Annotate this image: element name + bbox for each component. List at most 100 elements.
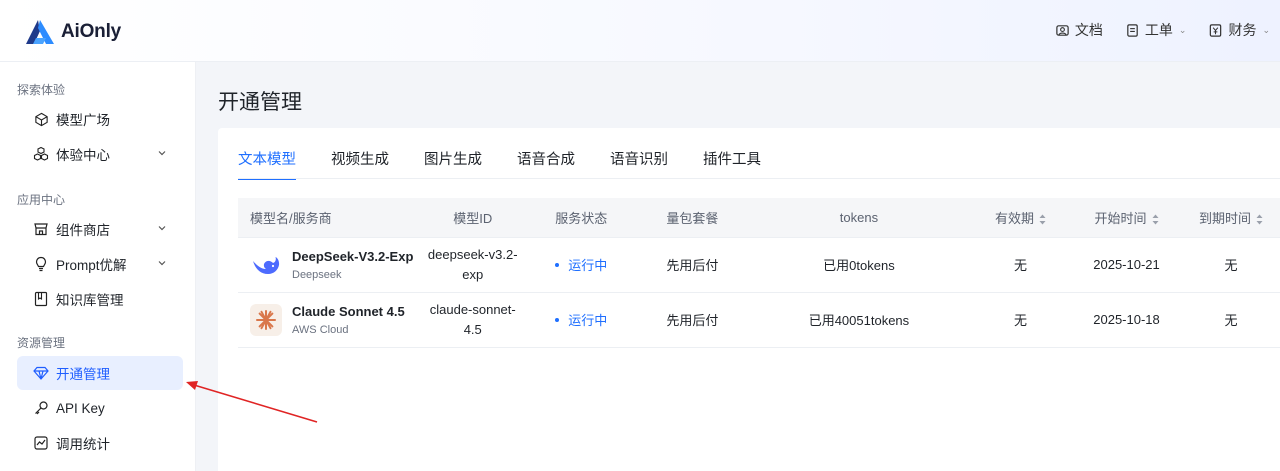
cell-start-time: 2025-10-21 <box>1070 237 1183 293</box>
col-end-label: 到期时间 <box>1199 210 1252 226</box>
sidebar-item-prompt[interactable]: Prompt优解 <box>17 247 183 281</box>
store-icon <box>33 221 49 237</box>
cell-end-time: 无 <box>1182 292 1280 348</box>
model-vendor: Deepseek <box>292 268 342 281</box>
finance-icon <box>1210 23 1222 37</box>
col-end-time[interactable]: 到期时间 <box>1182 198 1280 238</box>
cell-package: 先用后付 <box>636 237 748 293</box>
chevron-down-icon: ⌄ <box>1262 24 1270 35</box>
model-id-line1: claude-sonnet- <box>429 301 516 317</box>
cell-start-time: 2025-10-18 <box>1070 292 1183 348</box>
status-dot-icon <box>555 262 560 267</box>
sidebar-item-api-key[interactable]: API Key <box>17 391 183 425</box>
tab-plugins[interactable]: 插件工具 <box>703 148 761 178</box>
sort-icon <box>1256 214 1263 225</box>
status-text: 运行中 <box>568 313 608 329</box>
tab-image[interactable]: 图片生成 <box>424 148 482 178</box>
table-header-row: 模型名/服务商 模型ID 服务状态 量包套餐 tokens 有效期 开始时间 到… <box>238 198 1280 238</box>
col-status: 服务状态 <box>525 198 637 238</box>
model-id-line1: deepseek-v3.2- <box>427 246 518 262</box>
tab-asr[interactable]: 语音识别 <box>610 148 668 178</box>
cell-validity: 无 <box>970 237 1071 293</box>
tab-tts[interactable]: 语音合成 <box>517 148 575 178</box>
cell-end-time: 无 <box>1182 237 1280 293</box>
sidebar-group-apps: 应用中心 <box>17 193 66 207</box>
content-card: 文本模型 视频生成 图片生成 语音合成 语音识别 插件工具 模型名/服务商 模型… <box>218 128 1280 471</box>
model-vendor: AWS Cloud <box>292 323 349 336</box>
nav-finance-label: 财务 <box>1228 22 1257 38</box>
diamond-icon <box>33 365 49 381</box>
sidebar-item-label: 模型广场 <box>56 113 110 128</box>
sidebar-item-experience-center[interactable]: 体验中心 <box>17 137 183 171</box>
cell-model-id: deepseek-v3.2- exp <box>419 237 526 293</box>
table-row: Claude Sonnet 4.5 AWS Cloud claude-sonne… <box>238 292 1280 348</box>
model-type-tabs: 文本模型 视频生成 图片生成 语音合成 语音识别 插件工具 <box>238 148 796 180</box>
ticket-icon <box>1127 23 1138 37</box>
sidebar-item-activation[interactable]: 开通管理 <box>17 356 183 390</box>
tabs-divider <box>238 178 1280 179</box>
cell-model: DeepSeek-V3.2-Exp Deepseek <box>238 237 420 293</box>
aionly-logo-icon <box>26 20 54 44</box>
col-package: 量包套餐 <box>636 198 748 238</box>
chevron-down-icon: ⌄ <box>1178 24 1187 35</box>
sidebar-item-label: 调用统计 <box>56 437 110 452</box>
key-icon <box>33 400 49 416</box>
cell-status: 运行中 <box>525 237 637 293</box>
cell-tokens: 已用40051tokens <box>747 292 970 348</box>
col-start-time[interactable]: 开始时间 <box>1070 198 1183 238</box>
cell-model-id: claude-sonnet- 4.5 <box>419 292 526 348</box>
sidebar: 探索体验 模型广场 体验中心 应用中心 组件商店 Prompt优解 知识库管理 … <box>0 62 196 471</box>
model-name: Claude Sonnet 4.5 <box>292 303 405 319</box>
brand-logo[interactable]: AiOnly <box>24 19 121 45</box>
col-validity[interactable]: 有效期 <box>970 198 1071 238</box>
cell-status: 运行中 <box>525 292 637 348</box>
cell-model: Claude Sonnet 4.5 AWS Cloud <box>238 292 420 348</box>
docs-icon <box>1056 24 1069 36</box>
status-dot-icon <box>555 317 560 322</box>
table-row: DeepSeek-V3.2-Exp Deepseek deepseek-v3.2… <box>238 237 1280 293</box>
nav-docs[interactable]: 文档 <box>1055 20 1103 40</box>
nav-ticket[interactable]: 工单 ⌄ <box>1125 20 1187 40</box>
col-start-label: 开始时间 <box>1094 210 1147 226</box>
col-tokens: tokens <box>747 198 970 238</box>
col-validity-label: 有效期 <box>994 210 1034 226</box>
sidebar-item-model-plaza[interactable]: 模型广场 <box>17 102 183 136</box>
page-title: 开通管理 <box>218 91 302 114</box>
chevron-down-icon <box>158 261 166 266</box>
sidebar-item-label: 组件商店 <box>56 223 110 238</box>
sidebar-item-knowledge-base[interactable]: 知识库管理 <box>17 282 183 316</box>
nav-docs-label: 文档 <box>1074 22 1103 38</box>
chevron-down-icon <box>158 226 166 231</box>
status-text: 运行中 <box>568 258 608 274</box>
sidebar-item-label: 知识库管理 <box>56 293 124 308</box>
sidebar-group-explore: 探索体验 <box>17 83 66 97</box>
brand-name: AiOnly <box>61 21 122 42</box>
tab-text-model[interactable]: 文本模型 <box>238 148 296 180</box>
cube-icon <box>33 111 49 127</box>
sort-icon <box>1152 214 1158 225</box>
cell-tokens: 已用0tokens <box>747 237 970 293</box>
sidebar-item-label: 体验中心 <box>56 148 110 163</box>
model-name: DeepSeek-V3.2-Exp <box>292 248 414 264</box>
book-icon <box>33 291 49 307</box>
col-model: 模型名/服务商 <box>238 198 420 238</box>
chevron-down-icon <box>158 151 166 156</box>
sidebar-item-label: 开通管理 <box>56 367 110 382</box>
sidebar-item-component-store[interactable]: 组件商店 <box>17 212 183 246</box>
sidebar-item-label: Prompt优解 <box>56 258 127 273</box>
top-header: AiOnly 文档 工单 ⌄ 财务 ⌄ <box>0 0 1280 62</box>
claude-starburst-icon <box>250 303 282 336</box>
sidebar-item-usage-stats[interactable]: 调用统计 <box>17 426 183 460</box>
cell-package: 先用后付 <box>636 292 748 348</box>
sidebar-group-resources: 资源管理 <box>17 336 66 350</box>
model-id-line2: 4.5 <box>463 321 482 337</box>
cubes-icon <box>33 146 49 162</box>
tab-video[interactable]: 视频生成 <box>331 148 389 178</box>
col-model-id: 模型ID <box>419 198 526 238</box>
nav-finance[interactable]: 财务 ⌄ <box>1208 20 1270 40</box>
sidebar-item-label: API Key <box>56 400 105 416</box>
sort-icon <box>1039 214 1046 225</box>
nav-ticket-label: 工单 <box>1144 22 1173 38</box>
deepseek-whale-icon <box>250 249 282 281</box>
model-id-line2: exp <box>462 266 484 282</box>
